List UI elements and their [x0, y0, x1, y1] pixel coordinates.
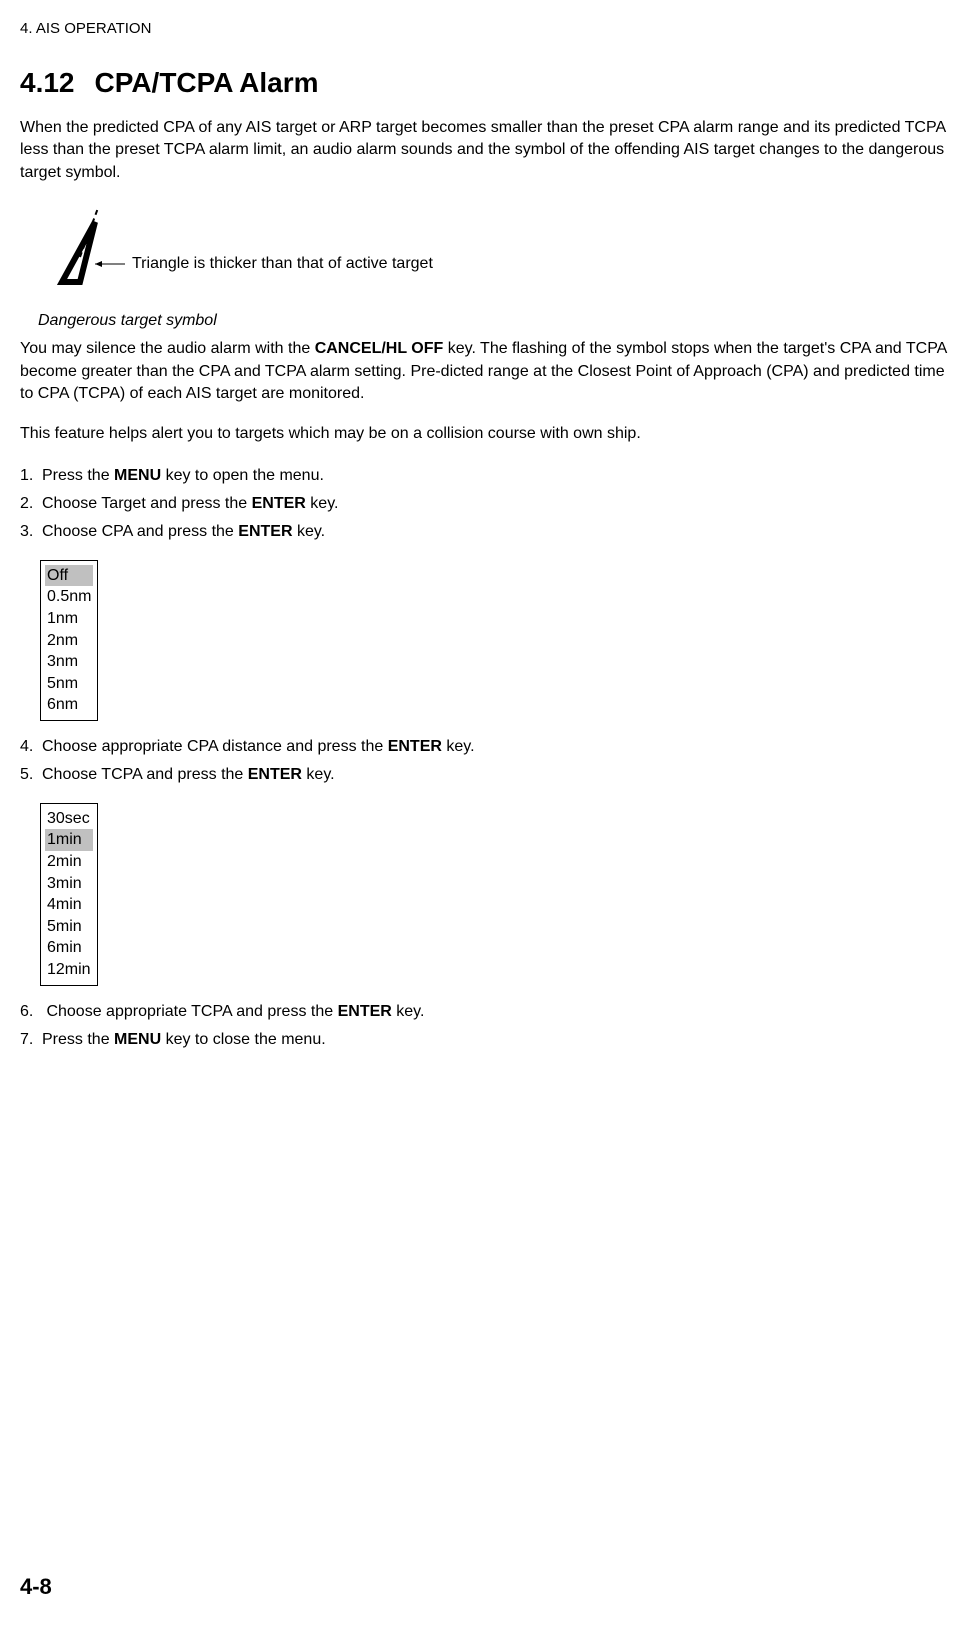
step-text-suffix: key. [392, 1003, 425, 1020]
steps-list-3: 6. Choose appropriate TCPA and press the… [20, 1000, 948, 1052]
tcpa-option: 12min [45, 959, 93, 981]
tcpa-option: 30sec [45, 808, 93, 830]
cpa-option: 5nm [45, 673, 93, 695]
enter-key: ENTER [338, 1003, 392, 1020]
tcpa-option: 2min [45, 851, 93, 873]
step-number: 6. [20, 1000, 42, 1024]
step-number: 1. [20, 464, 42, 488]
section-number: 4.12 [20, 67, 75, 98]
step-number: 4. [20, 735, 42, 759]
enter-key: ENTER [248, 766, 302, 783]
step-text-suffix: key. [306, 495, 339, 512]
dangerous-target-symbol-figure: Triangle is thicker than that of active … [40, 202, 948, 302]
enter-key: ENTER [388, 738, 442, 755]
tcpa-option: 3min [45, 873, 93, 895]
step-number: 2. [20, 492, 42, 516]
step-text-prefix: Press the [42, 1031, 114, 1048]
step-text-suffix: key. [293, 523, 326, 540]
section-title: 4.12 CPA/TCPA Alarm [20, 67, 948, 99]
paragraph-feature: This feature helps alert you to targets … [20, 423, 948, 445]
enter-key: ENTER [238, 523, 292, 540]
step-2: 2.Choose Target and press the ENTER key. [20, 492, 948, 516]
cpa-option: 6nm [45, 694, 93, 716]
step-number: 7. [20, 1028, 42, 1052]
step-text-prefix: Press the [42, 467, 114, 484]
step-3: 3.Choose CPA and press the ENTER key. [20, 520, 948, 544]
cpa-option: 2nm [45, 630, 93, 652]
cancel-hl-off-key: CANCEL/HL OFF [315, 340, 444, 357]
symbol-annotation: Triangle is thicker than that of active … [132, 254, 433, 275]
step-5: 5.Choose TCPA and press the ENTER key. [20, 763, 948, 787]
step-4: 4.Choose appropriate CPA distance and pr… [20, 735, 948, 759]
cpa-option: 3nm [45, 651, 93, 673]
step-7: 7.Press the MENU key to close the menu. [20, 1028, 948, 1052]
step-text-prefix: Choose Target and press the [42, 495, 252, 512]
cpa-option: 1nm [45, 608, 93, 630]
steps-list: 1.Press the MENU key to open the menu. 2… [20, 464, 948, 544]
cpa-options-box: Off0.5nm1nm2nm3nm5nm6nm [40, 560, 98, 721]
dangerous-target-icon [40, 202, 130, 292]
page-header: 4. AIS OPERATION [20, 20, 948, 37]
tcpa-option: 1min [45, 829, 93, 851]
steps-list-2: 4.Choose appropriate CPA distance and pr… [20, 735, 948, 787]
step-number: 5. [20, 763, 42, 787]
step-text-suffix: key to close the menu. [161, 1031, 326, 1048]
step-6: 6. Choose appropriate TCPA and press the… [20, 1000, 948, 1024]
page-number: 4-8 [20, 1574, 52, 1600]
tcpa-option: 5min [45, 916, 93, 938]
step-text-prefix: Choose appropriate TCPA and press the [42, 1003, 338, 1020]
step-text-suffix: key. [302, 766, 335, 783]
step-text-prefix: Choose CPA and press the [42, 523, 238, 540]
step-number: 3. [20, 520, 42, 544]
step-1: 1.Press the MENU key to open the menu. [20, 464, 948, 488]
paragraph-intro: When the predicted CPA of any AIS target… [20, 117, 948, 184]
menu-key: MENU [114, 1031, 161, 1048]
menu-key: MENU [114, 467, 161, 484]
step-text-suffix: key to open the menu. [161, 467, 324, 484]
step-text-prefix: Choose appropriate CPA distance and pres… [42, 738, 388, 755]
tcpa-option: 4min [45, 894, 93, 916]
para2-prefix: You may silence the audio alarm with the [20, 340, 315, 357]
section-heading: CPA/TCPA Alarm [95, 67, 319, 98]
tcpa-options-box: 30sec1min2min3min4min5min6min12min [40, 803, 98, 986]
step-text-prefix: Choose TCPA and press the [42, 766, 248, 783]
step-text-suffix: key. [442, 738, 475, 755]
cpa-option: Off [45, 565, 93, 587]
tcpa-option: 6min [45, 937, 93, 959]
cpa-option: 0.5nm [45, 586, 93, 608]
paragraph-silence: You may silence the audio alarm with the… [20, 338, 948, 405]
symbol-caption: Dangerous target symbol [38, 312, 948, 330]
enter-key: ENTER [252, 495, 306, 512]
